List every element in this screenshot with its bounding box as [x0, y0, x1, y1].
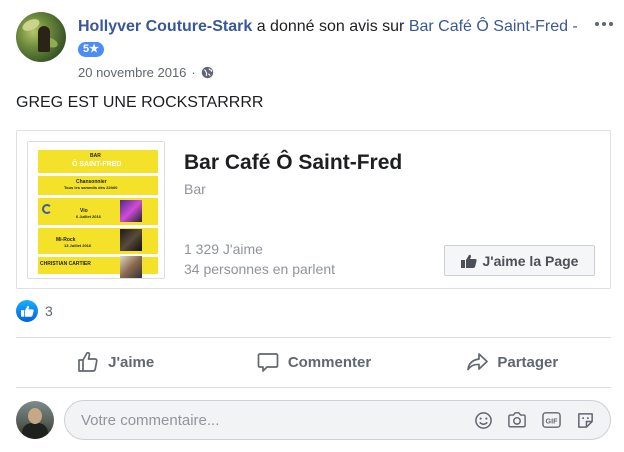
title-dash: -: [567, 18, 578, 35]
page-likes-count: 1 329 J'aime: [184, 241, 263, 257]
share-label: Partager: [497, 353, 559, 371]
thumbs-up-outline-icon: [78, 351, 98, 372]
more-dot-icon: [609, 22, 613, 26]
event-poster: BAR Ô SAINT-FRED Chansonnier Tous les sa…: [38, 150, 158, 278]
share-icon: [467, 353, 489, 371]
post-text: GREG EST UNE ROCKSTARRRR: [16, 94, 264, 111]
act3-photo: [120, 256, 142, 278]
comment-composer: Votre commentaire... GIF: [16, 398, 611, 442]
post-meta: 20 novembre 2016 ·: [78, 65, 214, 80]
page-thumbnail[interactable]: BAR Ô SAINT-FRED Chansonnier Tous les sa…: [27, 141, 165, 279]
like-reaction-icon: [16, 300, 38, 322]
poster-date2: 13 Juillet 2016: [64, 243, 92, 248]
camera-icon[interactable]: [506, 409, 528, 431]
rating-badge: 5★: [78, 42, 104, 57]
comment-placeholder[interactable]: Votre commentaire...: [81, 412, 219, 429]
divider: [16, 387, 611, 388]
comment-input[interactable]: Votre commentaire... GIF: [64, 400, 611, 440]
comment-tools: GIF: [472, 409, 596, 431]
reactions-summary[interactable]: 3: [16, 300, 53, 322]
commenter-avatar[interactable]: [16, 401, 54, 439]
poster-date1: 6 Juillet 2016: [76, 214, 101, 219]
post-header: Hollyver Couture-Stark a donné son avis …: [16, 12, 616, 86]
post-actions: J'aime Commenter Partager: [16, 339, 611, 385]
act2-photo: [120, 229, 142, 251]
post-date[interactable]: 20 novembre 2016: [78, 65, 186, 80]
author-avatar[interactable]: [16, 12, 66, 62]
comment-icon: [257, 353, 279, 372]
more-dot-icon: [595, 22, 599, 26]
page-talking-count: 34 personnes en parlent: [184, 261, 335, 277]
comment-button[interactable]: Commenter: [214, 339, 412, 385]
emoji-icon[interactable]: [472, 409, 494, 431]
poster-act3: CHRISTIAN CARTIER: [40, 261, 91, 267]
page-link[interactable]: Bar Café Ô Saint-Fred: [409, 18, 568, 35]
more-options-button[interactable]: [592, 14, 616, 34]
page-category: Bar: [184, 181, 206, 197]
sponsor-logo-icon: [42, 204, 52, 214]
page-card[interactable]: BAR Ô SAINT-FRED Chansonnier Tous les sa…: [16, 130, 611, 289]
sticker-icon[interactable]: [574, 409, 596, 431]
comment-label: Commenter: [287, 353, 372, 371]
poster-top: BAR: [90, 153, 101, 159]
globe-icon[interactable]: [201, 66, 214, 79]
author-name[interactable]: Hollyver Couture-Stark: [78, 18, 252, 35]
divider: [16, 337, 611, 338]
post-title: Hollyver Couture-Stark a donné son avis …: [78, 15, 578, 61]
share-button[interactable]: Partager: [413, 339, 611, 385]
gif-icon[interactable]: GIF: [540, 409, 562, 431]
like-page-label: J'aime la Page: [482, 252, 579, 269]
act1-photo: [120, 200, 142, 222]
thumbs-up-icon: [460, 254, 477, 268]
more-dot-icon: [602, 22, 606, 26]
like-label: J'aime: [108, 353, 155, 371]
reaction-count: 3: [45, 303, 53, 319]
svg-text:GIF: GIF: [545, 417, 558, 426]
like-page-button[interactable]: J'aime la Page: [444, 245, 595, 276]
review-action-text: a donné son avis sur: [252, 18, 409, 35]
page-name[interactable]: Bar Café Ô Saint-Fred: [184, 151, 402, 175]
poster-line2: Tous les samedis dès 22h00: [64, 185, 118, 190]
like-button[interactable]: J'aime: [16, 339, 214, 385]
poster-title: Ô SAINT-FRED: [72, 161, 122, 168]
meta-separator: ·: [191, 65, 196, 80]
